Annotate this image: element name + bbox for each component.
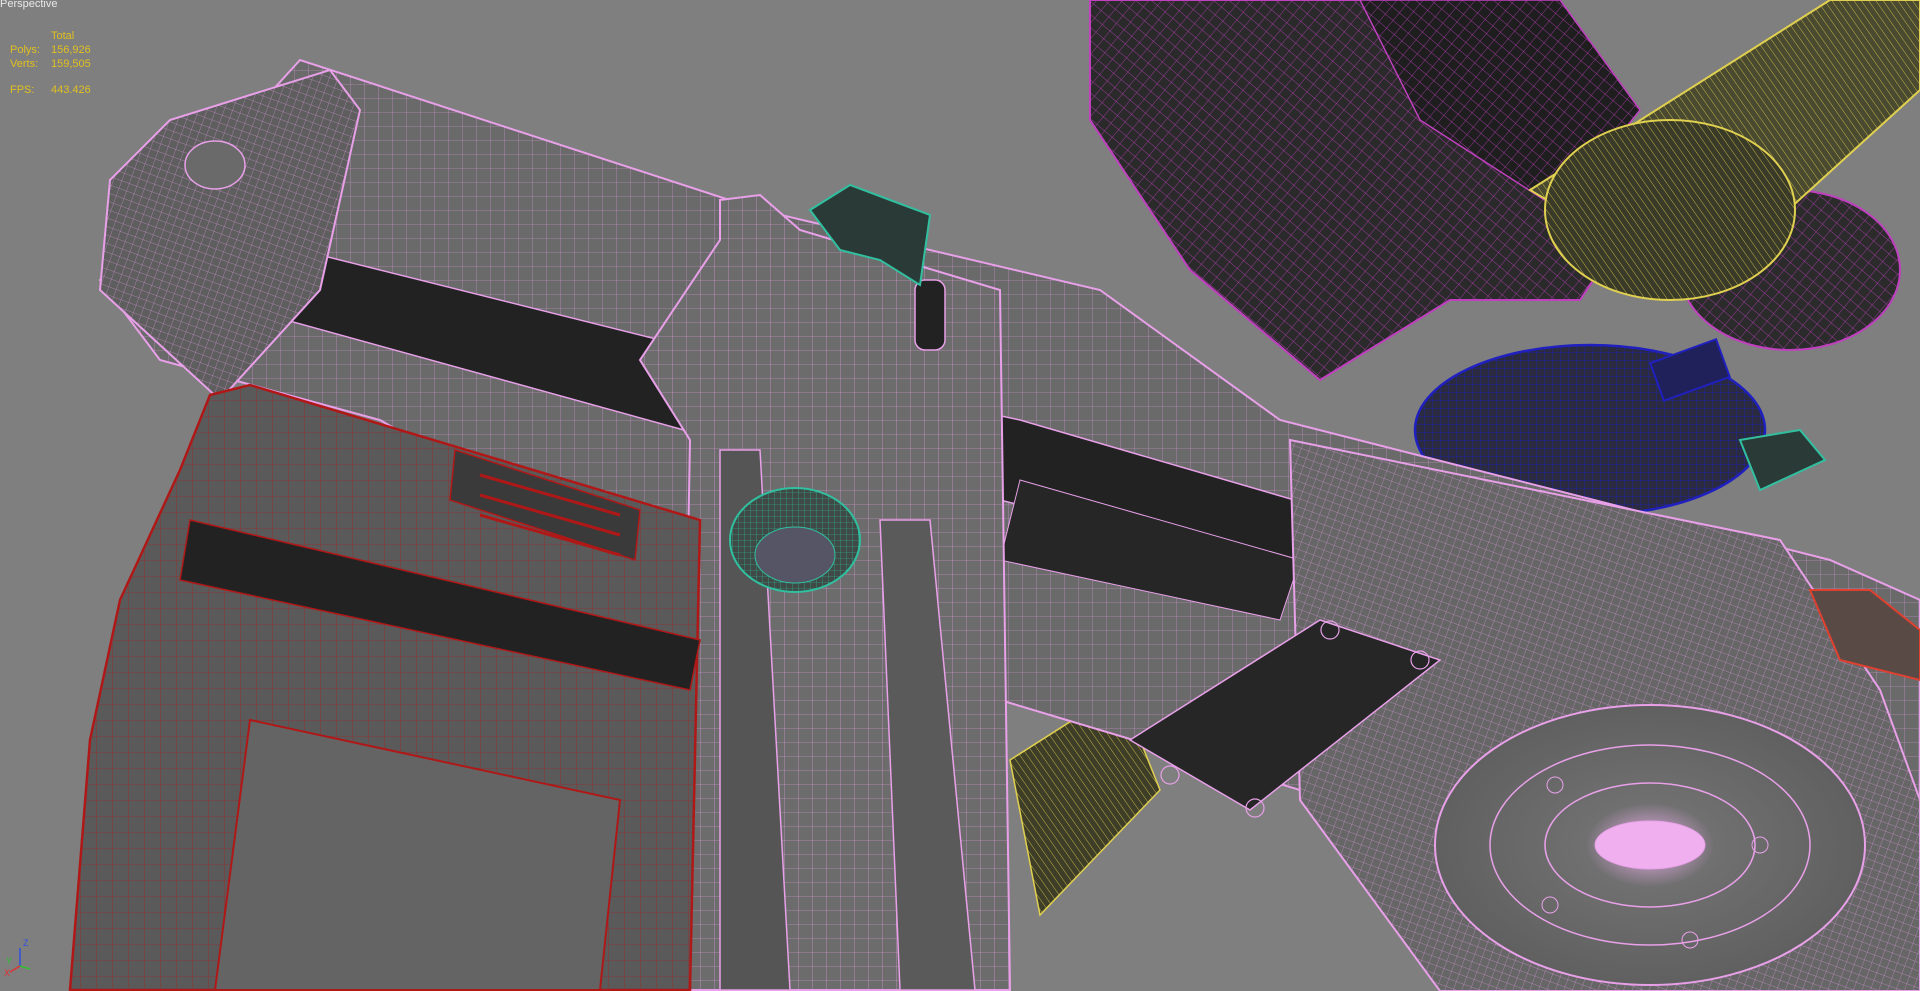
fps-value: 443.426	[51, 84, 91, 96]
stats-header: Total	[51, 30, 75, 42]
hub-disc-mesh[interactable]	[1288, 438, 1920, 991]
verts-label: Verts:	[10, 58, 39, 70]
verts-value: 159,505	[51, 58, 91, 70]
wireframe-scene[interactable]	[0, 0, 1920, 991]
polys-value: 156,926	[51, 44, 91, 56]
viewport-label[interactable]: Perspective	[0, 0, 57, 10]
axis-x-label: X	[4, 968, 10, 976]
axis-gizmo-icon: Z X Y	[4, 936, 34, 981]
statistics-overlay: Total Polys: 156,926 Verts: 159,505 FPS:…	[10, 29, 91, 97]
perspective-viewport[interactable]: Perspective Total Polys: 156,926 Verts: …	[0, 0, 1920, 991]
polys-label: Polys:	[10, 44, 40, 56]
axis-z-label: Z	[23, 938, 29, 948]
fps-label: FPS:	[10, 84, 35, 96]
axis-y-label: Y	[6, 956, 12, 966]
